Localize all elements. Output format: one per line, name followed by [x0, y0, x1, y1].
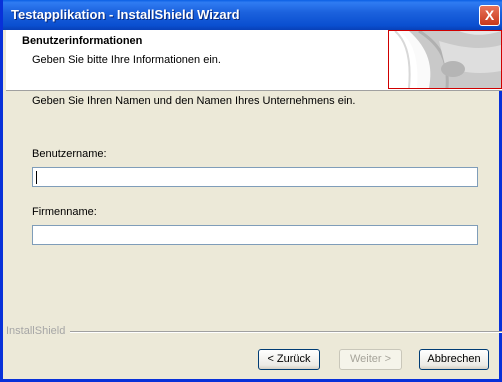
close-button[interactable]: X: [479, 5, 500, 26]
wizard-header: Benutzerinformationen Geben Sie bitte Ih…: [6, 30, 502, 91]
title-bar[interactable]: Testapplikation - InstallShield Wizard X: [3, 0, 502, 30]
next-button[interactable]: Weiter >: [339, 349, 402, 370]
text-caret: [36, 171, 37, 184]
back-button[interactable]: < Zurück: [258, 349, 320, 370]
close-icon: X: [484, 7, 495, 23]
installshield-brand: InstallShield: [6, 325, 66, 337]
page-subtitle: Geben Sie bitte Ihre Informationen ein.: [32, 54, 221, 66]
username-label: Benutzername:: [32, 148, 107, 160]
username-input[interactable]: [32, 167, 478, 187]
company-label: Firmenname:: [32, 206, 97, 218]
footer-divider: [70, 331, 502, 333]
instruction-text: Geben Sie Ihren Namen und den Namen Ihre…: [32, 95, 356, 107]
window-title: Testapplikation - InstallShield Wizard: [11, 7, 240, 22]
installer-window: Testapplikation - InstallShield Wizard X…: [0, 0, 502, 382]
page-title: Benutzerinformationen: [22, 35, 143, 47]
cancel-button[interactable]: Abbrechen: [419, 349, 489, 370]
page-curl-icon: [389, 31, 501, 88]
wizard-header-graphic: [388, 30, 502, 89]
company-input[interactable]: [32, 225, 478, 245]
